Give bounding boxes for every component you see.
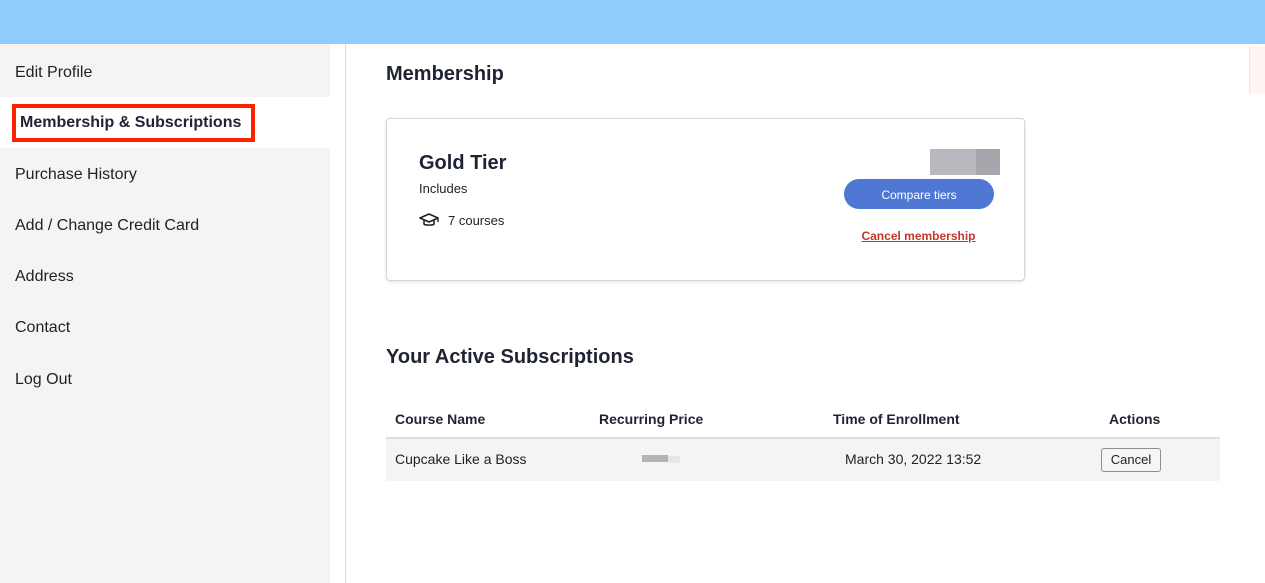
sidebar-item-label: Add / Change Credit Card (15, 217, 200, 234)
sidebar-divider (345, 44, 346, 583)
enrollment-time-cell: March 30, 2022 13:52 (845, 451, 982, 467)
sidebar-item-address[interactable]: Address (0, 251, 330, 302)
sidebar-item-membership-subscriptions[interactable]: Membership & Subscriptions (0, 97, 330, 148)
cancel-membership-link[interactable]: Cancel membership (827, 229, 1010, 243)
courses-text: 7 courses (448, 212, 505, 228)
subscriptions-heading: Your Active Subscriptions (386, 346, 634, 368)
sidebar-item-label: Log Out (15, 371, 72, 388)
membership-card: Gold Tier Includes 7 courses Compare tie… (386, 118, 1025, 281)
courses-count: 7 courses (419, 212, 504, 228)
sidebar-item-label: Contact (15, 319, 71, 336)
cancel-subscription-button[interactable]: Cancel (1101, 448, 1161, 472)
redacted-price (930, 149, 1000, 175)
sidebar-item-contact[interactable]: Contact (0, 302, 330, 353)
sidebar-item-label: Membership & Subscriptions (12, 104, 256, 142)
subscriptions-table: Course Name Recurring Price Time of Enro… (386, 400, 1220, 481)
column-header-recurring-price: Recurring Price (599, 411, 704, 427)
membership-heading: Membership (386, 63, 504, 85)
column-header-course-name: Course Name (395, 411, 486, 427)
tier-name: Gold Tier (419, 152, 507, 174)
table-header: Course Name Recurring Price Time of Enro… (386, 400, 1220, 439)
redacted-price-cell (642, 455, 680, 465)
sidebar-item-edit-profile[interactable]: Edit Profile (0, 47, 330, 98)
graduation-cap-icon (419, 212, 439, 228)
sidebar-item-add-change-credit-card[interactable]: Add / Change Credit Card (0, 200, 330, 251)
sidebar-item-label: Edit Profile (15, 64, 93, 81)
column-header-time-of-enrollment: Time of Enrollment (833, 411, 960, 427)
top-bar (0, 0, 1265, 44)
sidebar-item-label: Purchase History (15, 166, 137, 183)
includes-label: Includes (419, 181, 468, 196)
course-name-cell: Cupcake Like a Boss (395, 451, 527, 467)
table-row: Cupcake Like a Boss March 30, 2022 13:52… (386, 439, 1220, 481)
sidebar-item-label: Address (15, 268, 74, 285)
compare-tiers-button[interactable]: Compare tiers (844, 179, 994, 209)
sidebar: Edit Profile Membership & Subscriptions … (0, 44, 330, 583)
edge-panel (1249, 46, 1265, 94)
column-header-actions: Actions (1109, 411, 1161, 427)
sidebar-item-purchase-history[interactable]: Purchase History (0, 149, 330, 200)
sidebar-item-log-out[interactable]: Log Out (0, 354, 330, 405)
